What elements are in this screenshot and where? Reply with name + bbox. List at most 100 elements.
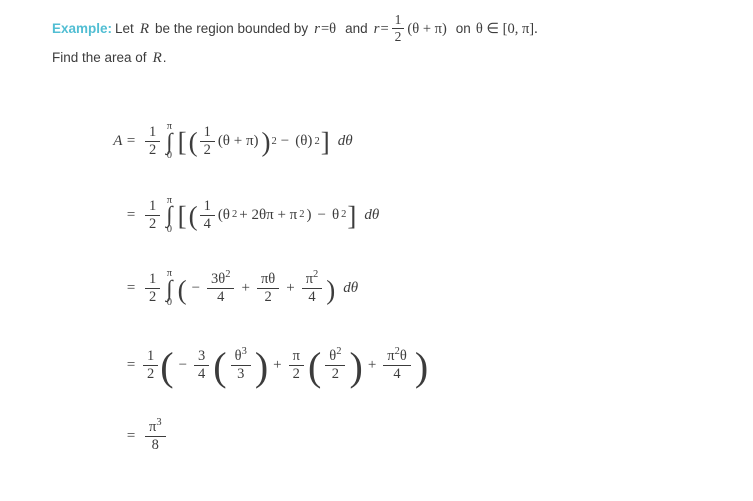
fraction-denominator: 2 xyxy=(394,28,402,44)
minus-sign-1: − xyxy=(280,133,290,150)
inner-fraction-one-quarter-2: 1 4 xyxy=(199,198,215,232)
num: π2 xyxy=(301,269,323,290)
equation-line-3: = 1 2 π ∫ 0 ( − 3θ2 4 + πθ 2 + π2 4) dθ xyxy=(96,269,429,309)
equation-2-rhs: 1 2 π ∫ 0 [ ( 1 4 (θ 2 + 2θπ + π 2 ) − θ… xyxy=(142,195,381,236)
definite-integral-1: π ∫ 0 xyxy=(166,121,173,162)
definite-integral-2: π ∫ 0 xyxy=(166,195,173,236)
group-open-4-b: ( xyxy=(307,344,322,390)
den: 2 xyxy=(203,142,211,159)
num-theta: θ xyxy=(399,347,407,364)
num-base: 3θ xyxy=(211,271,226,288)
region-variable-R: R xyxy=(139,20,149,37)
den: 2 xyxy=(149,289,157,306)
expansion-middle-2: + 2θπ + π xyxy=(239,206,298,223)
minus-sign-3: − xyxy=(191,280,201,297)
expansion-close-2: ) xyxy=(306,206,312,223)
coefficient-one-half-4: 1 2 xyxy=(143,348,159,382)
equation-line-2: = 1 2 π ∫ 0 [ ( 1 4 (θ 2 + 2θπ + π 2 ) −… xyxy=(96,195,429,236)
group-open-4-a: ( xyxy=(213,344,227,390)
term-pi-squared-theta-over-four: π2θ 4 xyxy=(383,346,411,382)
statement-text-on: on xyxy=(455,20,471,36)
bracket-close-1: ] xyxy=(320,127,330,158)
equation-4-lhs: = xyxy=(125,356,136,373)
equation-line-5-result: = π3 8 xyxy=(96,417,429,454)
differential-3: dθ xyxy=(343,280,359,297)
num: θ3 xyxy=(230,345,251,366)
expansion-open-2: (θ xyxy=(217,206,230,223)
num: π3 xyxy=(145,417,166,438)
minus-sign-4: − xyxy=(178,356,188,373)
differential-2: dθ xyxy=(364,206,380,223)
den: 2 xyxy=(149,142,157,159)
plus-sign-3-b: + xyxy=(286,280,295,297)
polar-r-first: r xyxy=(314,20,320,37)
coefficient-one-half-1: 1 2 xyxy=(145,124,161,159)
num: 1 xyxy=(199,198,215,216)
equation-5-rhs: π3 8 xyxy=(142,417,169,454)
den: 4 xyxy=(393,365,401,382)
theta-squared-term-1: (θ) xyxy=(295,133,313,150)
question-text: Find the area of xyxy=(52,50,147,65)
bracket-open-2: [ xyxy=(177,200,187,231)
num-base: θ xyxy=(234,347,242,364)
den: 2 xyxy=(292,365,300,382)
statement-text-pre: Let xyxy=(115,20,134,36)
num: π xyxy=(288,348,304,366)
coefficient-one-half-3: 1 2 xyxy=(145,271,161,306)
den: 2 xyxy=(331,365,339,382)
num-exp: 3 xyxy=(241,345,247,357)
num: 1 xyxy=(145,271,161,290)
num-exp: 2 xyxy=(313,269,319,281)
paren-close-1: ) xyxy=(261,127,271,158)
inner-fraction-one-half-1: 1 2 xyxy=(199,124,215,159)
minus-sign-2: − xyxy=(317,206,326,223)
num-exp: 3 xyxy=(156,417,162,429)
den: 4 xyxy=(203,215,211,232)
equals-sign-second: = xyxy=(380,20,389,37)
den: 3 xyxy=(237,365,245,382)
num: 3θ2 xyxy=(207,269,235,290)
den: 4 xyxy=(217,289,225,306)
equation-line-4: = 1 2 ( − 3 4 ( θ3 3 ) + π 2 (θ2 2) + … xyxy=(96,344,429,390)
integral-lower-limit: 0 xyxy=(166,150,173,162)
question-period: . xyxy=(162,50,167,65)
inline-fraction-one-half: 12 xyxy=(391,13,405,44)
den: 8 xyxy=(151,437,159,454)
num-exp: 2 xyxy=(225,269,231,281)
paren-close-4: ) xyxy=(414,344,429,390)
integral-sign: ∫ xyxy=(166,202,173,228)
num: θ2 xyxy=(325,345,346,366)
paren-open-3: ( xyxy=(177,274,187,305)
theta-plus-pi-group: (θ + π) xyxy=(407,20,447,37)
equals-sign-first: = xyxy=(320,20,330,37)
num-base: π xyxy=(387,347,395,364)
equation-3-lhs: = xyxy=(125,280,136,297)
plus-sign-4-b: + xyxy=(367,356,377,373)
equation-5-lhs: = xyxy=(125,428,136,445)
definite-integral-3: π ∫ 0 xyxy=(166,269,172,309)
equation-line-1: A = 1 2 π ∫ 0 [ ( 1 2 (θ + π) ) 2 − (θ) … xyxy=(96,121,429,162)
derivation-block: A = 1 2 π ∫ 0 [ ( 1 2 (θ + π) ) 2 − (θ) … xyxy=(96,121,429,454)
den: 4 xyxy=(198,365,206,382)
num: 3 xyxy=(194,348,210,366)
theta-cubed-over-three: θ3 3 xyxy=(230,345,251,382)
result-pi-cubed-over-eight: π3 8 xyxy=(145,417,166,454)
group-close-4-a: ) xyxy=(254,344,269,390)
num: π2θ xyxy=(383,346,411,366)
paren-open-2: ( xyxy=(188,200,198,231)
num: 1 xyxy=(199,124,215,143)
example-statement-line: Example: Let Rbe the region bounded by r=θ a… xyxy=(52,13,538,45)
statement-text-and: and xyxy=(345,20,368,36)
example-label: Example: xyxy=(52,20,113,36)
paren-close-3: ) xyxy=(326,274,336,305)
num: πθ xyxy=(256,271,280,290)
integral-lower-limit: 0 xyxy=(166,223,173,235)
coefficient-one-half-2: 1 2 xyxy=(145,198,161,232)
fraction-numerator: 1 xyxy=(391,13,405,29)
integral-lower-limit: 0 xyxy=(166,297,173,309)
term-three-theta-squared-over-four: 3θ2 4 xyxy=(207,269,235,306)
integral-sign: ∫ xyxy=(166,128,173,154)
den: 2 xyxy=(147,365,155,382)
paren-open-4: ( xyxy=(160,344,174,390)
num-exp: 2 xyxy=(336,345,342,357)
